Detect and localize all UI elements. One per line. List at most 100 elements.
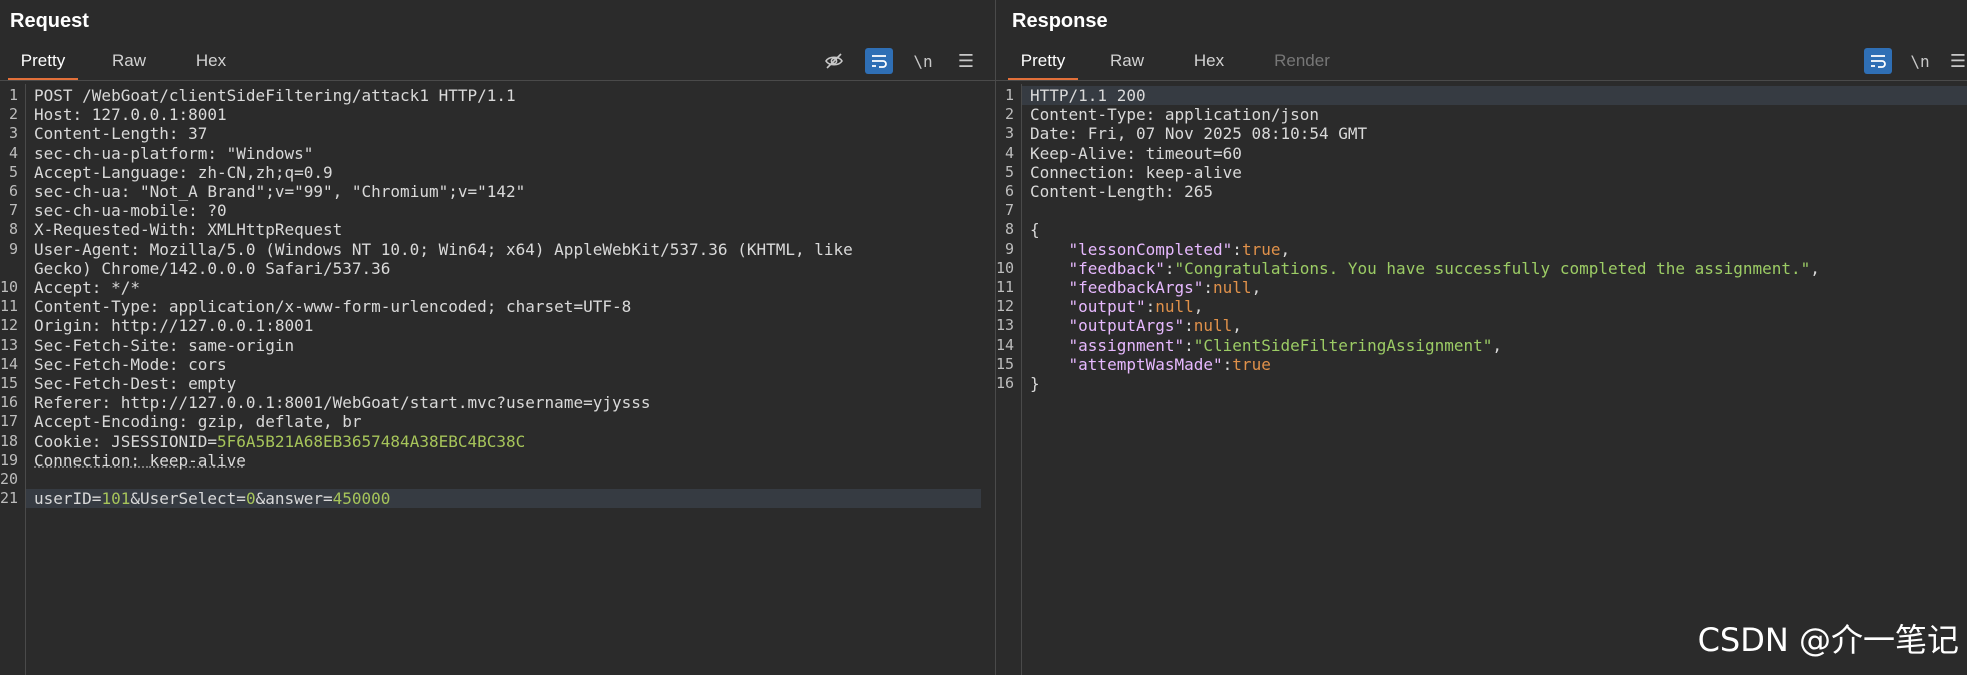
- header-name: Connection: [34, 450, 131, 470]
- header-colon: :: [207, 143, 227, 163]
- header-colon: :: [91, 316, 112, 336]
- body-token: 101: [101, 489, 131, 509]
- json-comma: ,: [1232, 316, 1242, 336]
- code-line: sec-ch-ua-mobile: ?0: [34, 201, 227, 220]
- header-value: gzip, deflate, br: [197, 412, 362, 432]
- line-number: 21: [0, 489, 19, 508]
- line-number: 14: [0, 354, 19, 373]
- line-number: 15: [0, 374, 19, 392]
- line-number: 18: [0, 431, 19, 450]
- header-colon: :: [188, 201, 208, 221]
- menu-icon[interactable]: ☰: [1944, 48, 1967, 74]
- wrap-icon-svg: [872, 55, 887, 68]
- tab-request-hex[interactable]: Hex: [176, 44, 246, 78]
- code-line: Origin: http://127.0.0.1:8001: [34, 316, 313, 335]
- header-name: Accept: [34, 278, 92, 297]
- response-editor[interactable]: 1 HTTP/1.1 200 2 Content-Type: application/…: [996, 84, 1967, 675]
- wrap-icon[interactable]: [1864, 48, 1892, 74]
- body-token: 450000: [332, 489, 391, 509]
- code-line: Content-Length: 37: [34, 124, 207, 143]
- json-colon: :: [1145, 297, 1156, 317]
- header-value: XMLHttpRequest: [207, 220, 343, 240]
- line-number: 20: [0, 470, 19, 488]
- code-line: "output":null,: [1030, 297, 1204, 317]
- header-value: "Windows": [226, 143, 314, 163]
- json-colon: :: [1184, 316, 1194, 336]
- tab-request-pretty[interactable]: Pretty: [8, 44, 78, 80]
- code-line: Sec-Fetch-Mode: cors: [34, 355, 227, 374]
- newline-toggle[interactable]: \n: [1906, 48, 1934, 74]
- line-number: 12: [996, 297, 1015, 316]
- header-colon: :: [1145, 105, 1165, 125]
- eye-off-icon[interactable]: [820, 48, 848, 74]
- header-name: Accept-Encoding: [34, 412, 179, 432]
- code-line: Accept-Encoding: gzip, deflate, br: [34, 412, 362, 431]
- header-name: User-Agent: [34, 239, 131, 259]
- header-colon: :: [72, 105, 92, 125]
- header-name: Sec-Fetch-Dest: [34, 374, 169, 393]
- line-number: 6: [1004, 182, 1014, 200]
- tab-request-raw[interactable]: Raw: [94, 44, 164, 78]
- header-name: Host: [34, 105, 73, 125]
- code-line: Sec-Fetch-Site: same-origin: [34, 336, 294, 355]
- body-token: 0: [245, 489, 256, 509]
- cookie-value: 5F6A5B21A68EB3657484A38EBC4BC38C: [217, 431, 526, 451]
- line-number: 13: [0, 335, 19, 354]
- line-number: 10: [0, 278, 19, 296]
- json-comma: ,: [1193, 297, 1204, 317]
- header-value: http://127.0.0.1:8001/WebGoat/start.mvc?…: [120, 393, 651, 413]
- wrap-icon[interactable]: [865, 48, 893, 74]
- header-value: Fri, 07 Nov 2025 08:10:54 GMT: [1087, 124, 1368, 144]
- tab-response-raw[interactable]: Raw: [1092, 44, 1162, 78]
- line-number: 5: [8, 162, 18, 181]
- eye-off-icon-svg: [825, 53, 843, 69]
- header-value: 265: [1184, 182, 1214, 201]
- code-line: Gecko) Chrome/142.0.0.0 Safari/537.36: [34, 259, 390, 278]
- header-colon: :: [1068, 124, 1088, 144]
- header-name: Content-Type: [1030, 105, 1146, 125]
- line-number: 9: [8, 239, 18, 258]
- header-line: HTTP/1.1 200: [1030, 86, 1146, 105]
- tab-response-pretty[interactable]: Pretty: [1008, 44, 1078, 80]
- header-name: sec-ch-ua: [34, 182, 121, 201]
- code-line: "assignment":"ClientSideFilteringAssignm…: [1030, 335, 1503, 355]
- line-number: 7: [8, 201, 18, 220]
- line-number: 9: [1004, 239, 1014, 258]
- header-name: sec-ch-ua-mobile: [34, 201, 189, 221]
- menu-icon[interactable]: ☰: [952, 48, 980, 74]
- code-line: Content-Type: application/x-www-form-url…: [34, 297, 631, 316]
- code-line: Connection: keep-alive: [1030, 163, 1242, 182]
- code-line: Content-Length: 265: [1030, 182, 1213, 201]
- request-editor[interactable]: 1 POST /WebGoat/clientSideFiltering/attac…: [0, 84, 995, 675]
- code-line: sec-ch-ua: "Not_A Brand";v="99", "Chromi…: [34, 182, 525, 201]
- json-value: "Congratulations. You have successfully …: [1174, 258, 1811, 278]
- line-number: 17: [0, 412, 19, 431]
- code-line: Host: 127.0.0.1:8001: [34, 105, 227, 124]
- line-number: 3: [8, 124, 18, 143]
- request-title: Request: [10, 10, 89, 32]
- line-number: 1: [1004, 86, 1014, 104]
- header-value: http://127.0.0.1:8001: [111, 316, 314, 336]
- code-line: X-Requested-With: XMLHttpRequest: [34, 220, 342, 239]
- header-name: Date: [1030, 124, 1069, 144]
- header-value: 127.0.0.1:8001: [91, 105, 227, 125]
- request-pane: Request Pretty Raw Hex \n ☰ 1 POST /WebGo…: [0, 0, 996, 675]
- json-value: null: [1193, 316, 1233, 336]
- newline-toggle[interactable]: \n: [909, 48, 937, 74]
- response-pane: Response Pretty Raw Hex Render \n ☰ 1 HTT…: [996, 0, 1967, 675]
- header-name: Connection: [1030, 162, 1127, 182]
- json-value: "ClientSideFilteringAssignment": [1193, 335, 1493, 355]
- code-line: "outputArgs":null,: [1030, 316, 1242, 335]
- header-value: ?0: [207, 201, 227, 221]
- header-name: Sec-Fetch-Site: [34, 335, 169, 355]
- header-name: Content-Length: [1030, 182, 1165, 201]
- header-name: Accept-Language: [34, 162, 179, 182]
- code-line: "feedback":"Congratulations. You have su…: [1030, 259, 1820, 278]
- json-colon: :: [1232, 239, 1242, 259]
- tab-response-hex[interactable]: Hex: [1174, 44, 1244, 78]
